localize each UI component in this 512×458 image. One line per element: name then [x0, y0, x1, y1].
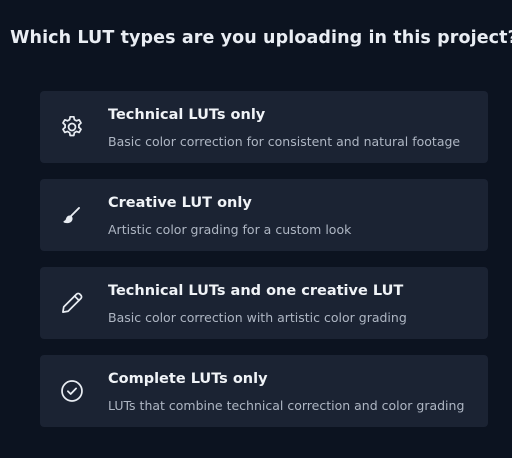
option-creative-lut[interactable]: Creative LUT only Artistic color grading…	[40, 179, 488, 251]
option-complete-luts[interactable]: Complete LUTs only LUTs that combine tec…	[40, 355, 488, 427]
option-title: Creative LUT only	[108, 195, 252, 211]
gear-icon	[59, 114, 85, 140]
option-title: Complete LUTs only	[108, 371, 268, 387]
option-description: Basic color correction with artistic col…	[108, 310, 407, 325]
option-title: Technical LUTs and one creative LUT	[108, 283, 404, 299]
pencil-icon	[59, 290, 85, 316]
question-heading: Which LUT types are you uploading in thi…	[10, 28, 512, 48]
lut-type-options: Technical LUTs only Basic color correcti…	[40, 91, 488, 443]
option-technical-luts[interactable]: Technical LUTs only Basic color correcti…	[40, 91, 488, 163]
check-circle-icon	[59, 378, 85, 404]
option-title: Technical LUTs only	[108, 107, 266, 123]
paintbrush-icon	[59, 202, 85, 228]
option-description: LUTs that combine technical correction a…	[108, 398, 465, 413]
option-description: Artistic color grading for a custom look	[108, 222, 352, 237]
option-technical-and-creative[interactable]: Technical LUTs and one creative LUT Basi…	[40, 267, 488, 339]
option-description: Basic color correction for consistent an…	[108, 134, 461, 149]
